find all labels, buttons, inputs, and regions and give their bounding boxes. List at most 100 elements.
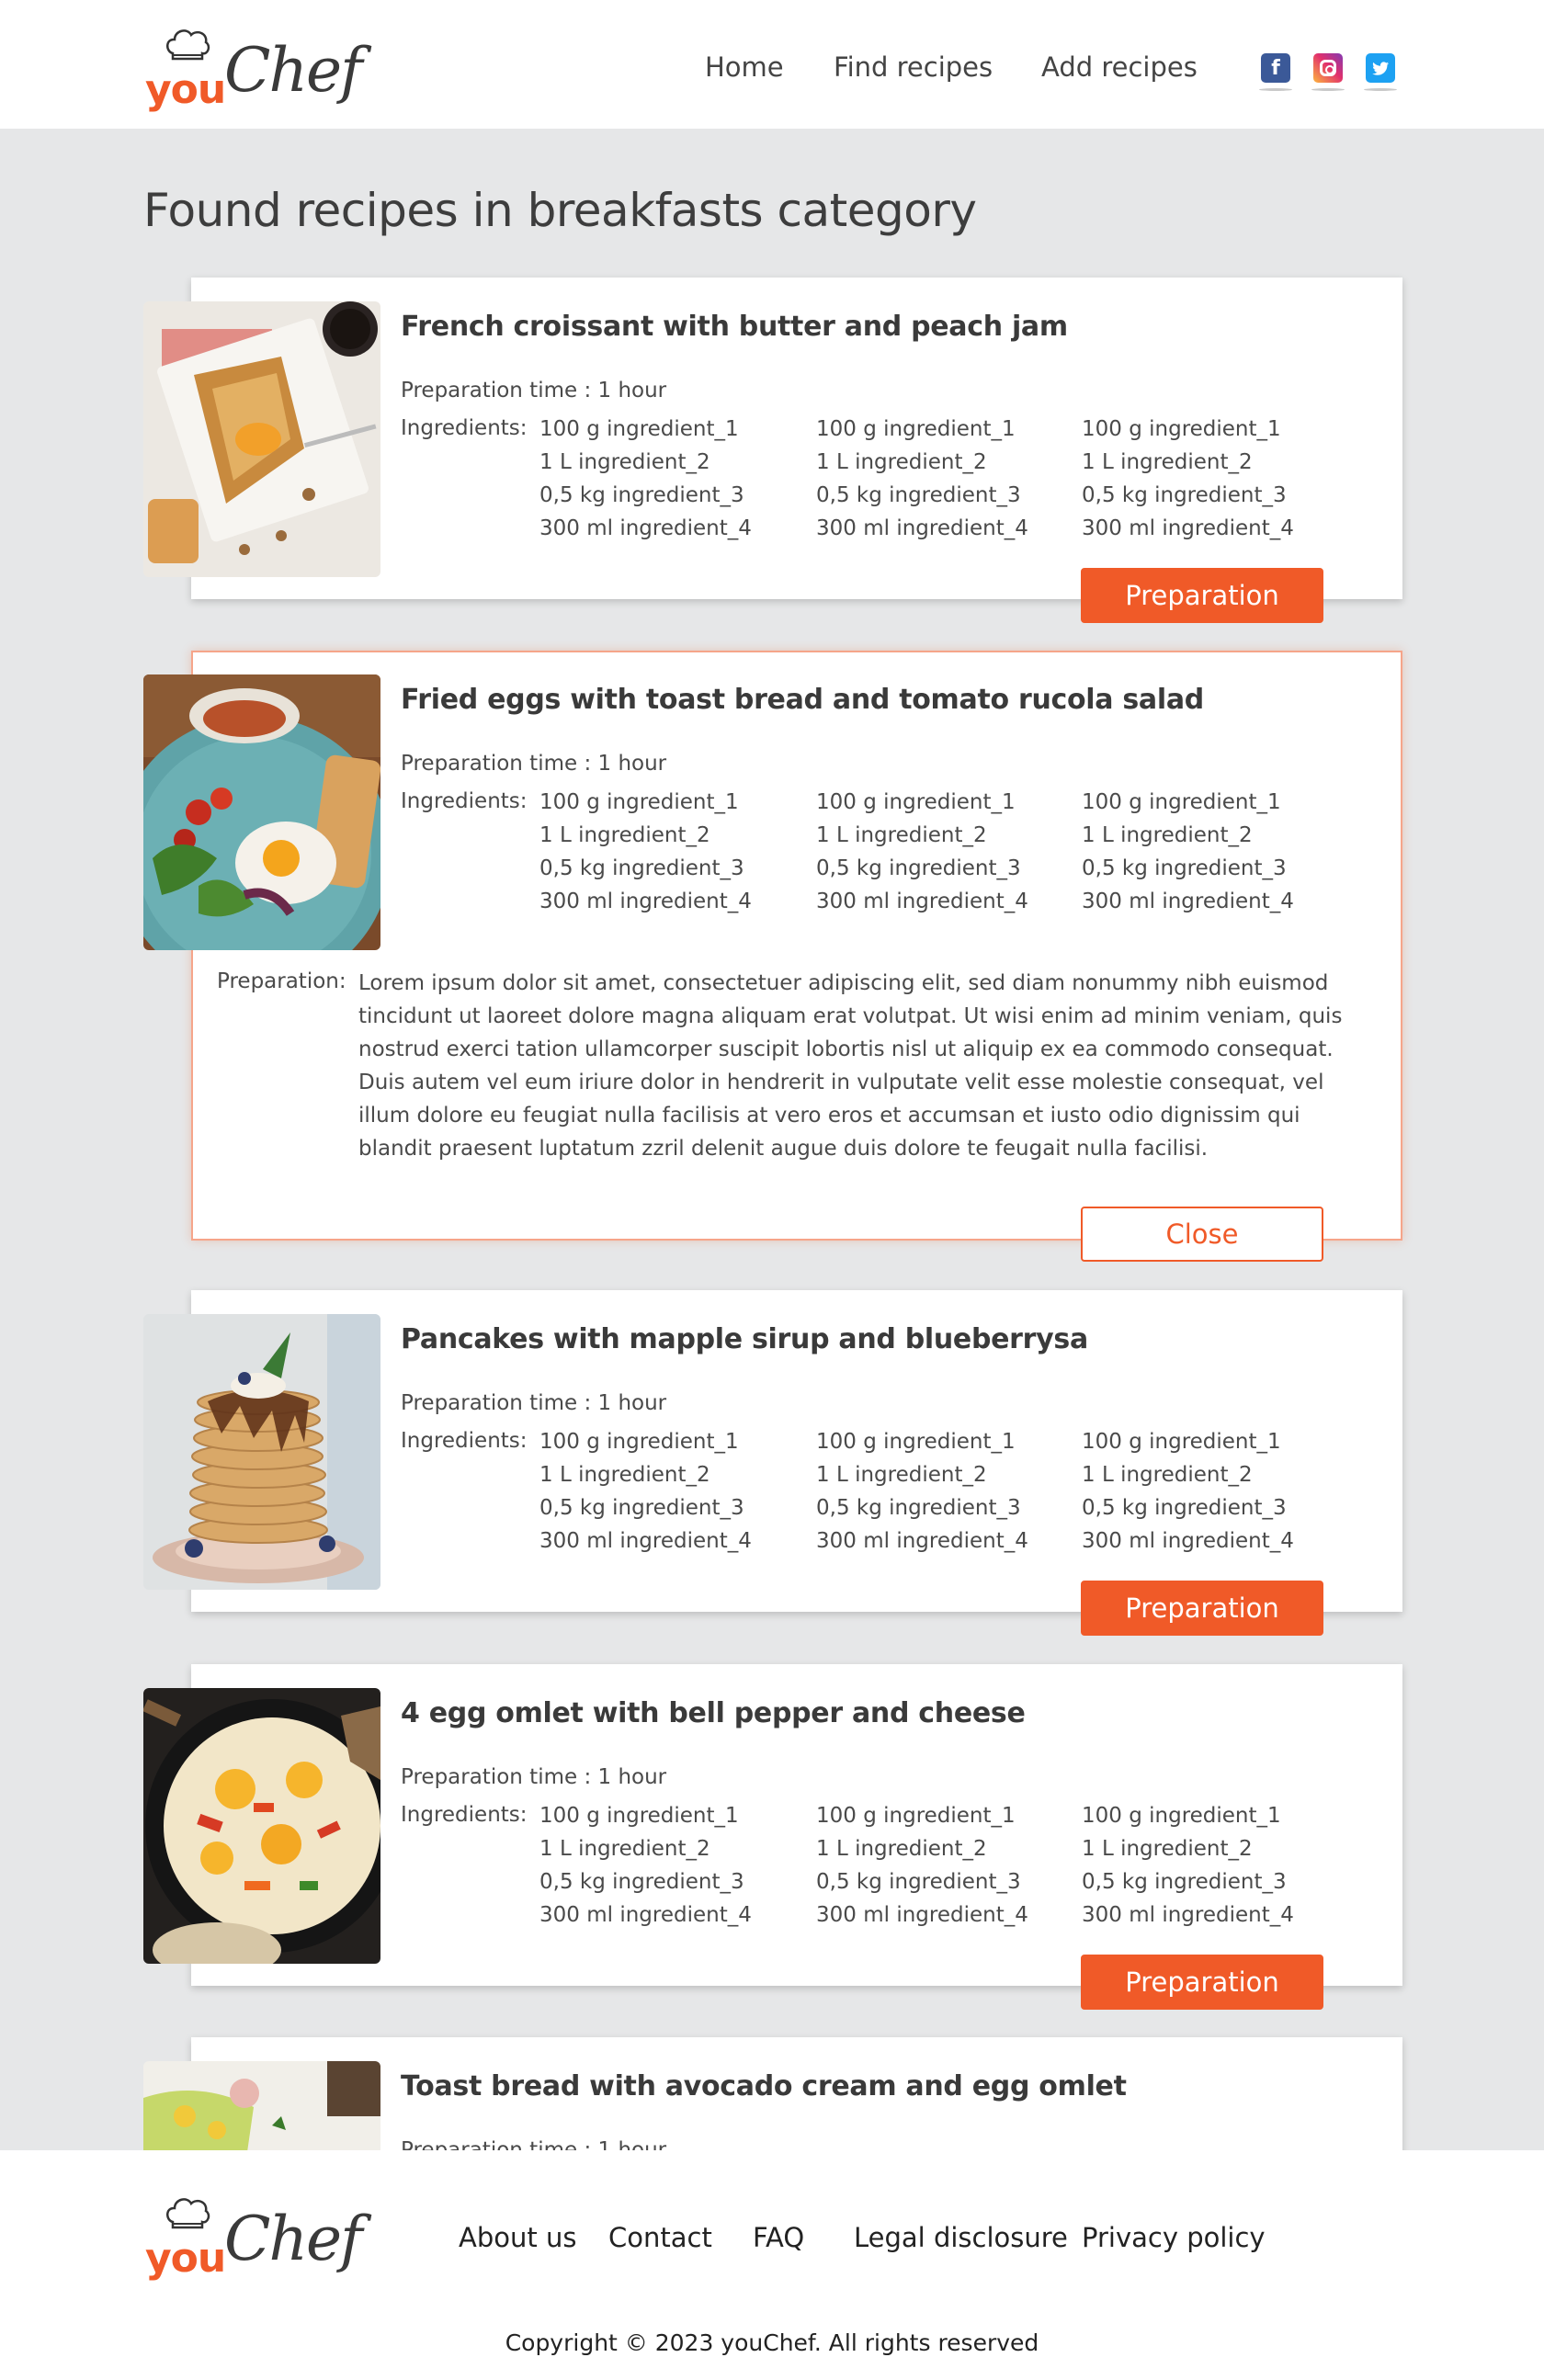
ingredient-item: 100 g ingredient_1 <box>1082 1804 1281 1828</box>
preparation-button[interactable]: Preparation <box>1081 1955 1323 2010</box>
ingredient-item: 100 g ingredient_1 <box>539 790 739 814</box>
ingredient-item: 0,5 kg ingredient_3 <box>816 1496 1021 1520</box>
ingredient-item: 100 g ingredient_1 <box>539 417 739 441</box>
youchef-logo[interactable]: you Chef <box>143 2196 362 2282</box>
ingredients-column: 100 g ingredient_1 1 L ingredient_2 0,5 … <box>816 1799 1028 1932</box>
ingredient-item: 1 L ingredient_2 <box>539 1837 710 1861</box>
footer-link-faq[interactable]: FAQ <box>753 2222 804 2253</box>
preparation-text: Lorem ipsum dolor sit amet, consectetuer… <box>358 971 1343 1161</box>
ingredient-item: 1 L ingredient_2 <box>1082 450 1253 474</box>
ingredient-item: 300 ml ingredient_4 <box>816 890 1028 913</box>
ingredient-item: 100 g ingredient_1 <box>1082 1430 1281 1454</box>
facebook-icon[interactable]: f <box>1259 53 1292 91</box>
ingredients-label: Ingredients: <box>401 416 528 440</box>
ingredient-item: 1 L ingredient_2 <box>1082 823 1253 847</box>
ingredients-column: 100 g ingredient_1 1 L ingredient_2 0,5 … <box>816 1425 1028 1558</box>
ingredient-item: 100 g ingredient_1 <box>816 417 1016 441</box>
nav-add-recipes[interactable]: Add recipes <box>1041 51 1198 83</box>
preparation-time: Preparation time : 1 hour <box>401 752 667 776</box>
ingredient-item: 0,5 kg ingredient_3 <box>539 1496 744 1520</box>
ingredient-item: 1 L ingredient_2 <box>816 1837 987 1861</box>
ingredient-item: 100 g ingredient_1 <box>539 1430 739 1454</box>
footer-link-about-us[interactable]: About us <box>459 2222 576 2253</box>
ingredient-item: 0,5 kg ingredient_3 <box>816 856 1021 880</box>
page-title: Found recipes in breakfasts category <box>143 184 977 237</box>
youchef-logo[interactable]: you Chef <box>143 28 362 113</box>
ingredient-item: 0,5 kg ingredient_3 <box>1082 1870 1287 1894</box>
ingredient-item: 100 g ingredient_1 <box>816 1430 1016 1454</box>
ingredients-column: 100 g ingredient_1 1 L ingredient_2 0,5 … <box>816 413 1028 545</box>
ingredient-item: 300 ml ingredient_4 <box>539 1529 752 1553</box>
ingredient-item: 300 ml ingredient_4 <box>1082 1903 1294 1927</box>
recipe-title: 4 egg omlet with bell pepper and cheese <box>401 1697 1026 1729</box>
ingredient-item: 300 ml ingredient_4 <box>539 1903 752 1927</box>
ingredient-item: 1 L ingredient_2 <box>539 1463 710 1487</box>
ingredient-item: 300 ml ingredient_4 <box>816 516 1028 540</box>
footer-link-legal-disclosure[interactable]: Legal disclosure <box>854 2222 1068 2253</box>
ingredient-item: 300 ml ingredient_4 <box>539 516 752 540</box>
recipe-image-croissant <box>143 301 380 577</box>
ingredients-column: 100 g ingredient_1 1 L ingredient_2 0,5 … <box>1082 413 1294 545</box>
ingredient-item: 300 ml ingredient_4 <box>1082 1529 1294 1553</box>
instagram-icon[interactable] <box>1311 53 1345 91</box>
preparation-time: Preparation time : 1 hour <box>401 1765 667 1789</box>
ingredient-item: 1 L ingredient_2 <box>816 1463 987 1487</box>
logo-you-text: you <box>145 2235 226 2282</box>
ingredient-item: 1 L ingredient_2 <box>1082 1837 1253 1861</box>
ingredient-item: 100 g ingredient_1 <box>816 1804 1016 1828</box>
logo-chef-text: Chef <box>224 35 362 106</box>
ingredients-column: 100 g ingredient_1 1 L ingredient_2 0,5 … <box>539 1799 752 1932</box>
preparation-label: Preparation: <box>217 969 346 993</box>
ingredient-item: 0,5 kg ingredient_3 <box>816 483 1021 507</box>
ingredients-column: 100 g ingredient_1 1 L ingredient_2 0,5 … <box>539 413 752 545</box>
ingredient-item: 0,5 kg ingredient_3 <box>539 1870 744 1894</box>
ingredient-item: 300 ml ingredient_4 <box>1082 516 1294 540</box>
preparation-time: Preparation time : 1 hour <box>401 1391 667 1415</box>
ingredients-label: Ingredients: <box>401 1429 528 1453</box>
recipe-image-pancakes <box>143 1314 380 1590</box>
chef-hat-icon <box>166 2198 210 2229</box>
nav-find-recipes[interactable]: Find recipes <box>834 51 993 83</box>
ingredient-item: 1 L ingredient_2 <box>1082 1463 1253 1487</box>
ingredient-item: 1 L ingredient_2 <box>539 823 710 847</box>
ingredient-item: 0,5 kg ingredient_3 <box>1082 483 1287 507</box>
ingredients-column: 100 g ingredient_1 1 L ingredient_2 0,5 … <box>1082 1425 1294 1558</box>
ingredient-item: 100 g ingredient_1 <box>1082 790 1281 814</box>
recipe-title: Toast bread with avocado cream and egg o… <box>401 2070 1127 2102</box>
site-header: you Chef Home Find recipes Add recipes f <box>0 0 1544 129</box>
ingredients-column: 100 g ingredient_1 1 L ingredient_2 0,5 … <box>816 786 1028 918</box>
preparation-button[interactable]: Preparation <box>1081 1581 1323 1636</box>
recipe-image-omlet <box>143 1688 380 1964</box>
twitter-icon[interactable] <box>1364 53 1397 91</box>
ingredient-item: 1 L ingredient_2 <box>816 823 987 847</box>
ingredient-item: 0,5 kg ingredient_3 <box>1082 856 1287 880</box>
nav-home[interactable]: Home <box>705 51 784 83</box>
preparation-time: Preparation time : 1 hour <box>401 379 667 402</box>
ingredients-label: Ingredients: <box>401 789 528 813</box>
footer-link-contact[interactable]: Contact <box>608 2222 712 2253</box>
ingredient-item: 0,5 kg ingredient_3 <box>1082 1496 1287 1520</box>
ingredient-item: 300 ml ingredient_4 <box>539 890 752 913</box>
ingredients-column: 100 g ingredient_1 1 L ingredient_2 0,5 … <box>1082 786 1294 918</box>
logo-chef-text: Chef <box>224 2204 362 2274</box>
recipe-title: Fried eggs with toast bread and tomato r… <box>401 684 1204 716</box>
footer-link-privacy-policy[interactable]: Privacy policy <box>1082 2222 1266 2253</box>
ingredient-item: 100 g ingredient_1 <box>539 1804 739 1828</box>
recipe-title: French croissant with butter and peach j… <box>401 311 1068 343</box>
ingredient-item: 300 ml ingredient_4 <box>816 1529 1028 1553</box>
ingredient-item: 0,5 kg ingredient_3 <box>539 483 744 507</box>
ingredient-item: 100 g ingredient_1 <box>816 790 1016 814</box>
ingredient-item: 0,5 kg ingredient_3 <box>539 856 744 880</box>
logo-you-text: you <box>145 66 226 113</box>
site-footer: you Chef About us Contact FAQ Legal disc… <box>0 2150 1544 2380</box>
ingredient-item: 1 L ingredient_2 <box>539 450 710 474</box>
preparation-button[interactable]: Preparation <box>1081 568 1323 623</box>
recipe-title: Pancakes with mapple sirup and blueberry… <box>401 1323 1088 1355</box>
ingredients-column: 100 g ingredient_1 1 L ingredient_2 0,5 … <box>539 1425 752 1558</box>
ingredient-item: 300 ml ingredient_4 <box>1082 890 1294 913</box>
ingredients-label: Ingredients: <box>401 1803 528 1827</box>
recipe-image-fried-eggs <box>143 674 380 950</box>
close-button[interactable]: Close <box>1081 1207 1323 1262</box>
copyright-text: Copyright © 2023 youChef. All rights res… <box>505 2329 1039 2356</box>
ingredient-item: 1 L ingredient_2 <box>816 450 987 474</box>
